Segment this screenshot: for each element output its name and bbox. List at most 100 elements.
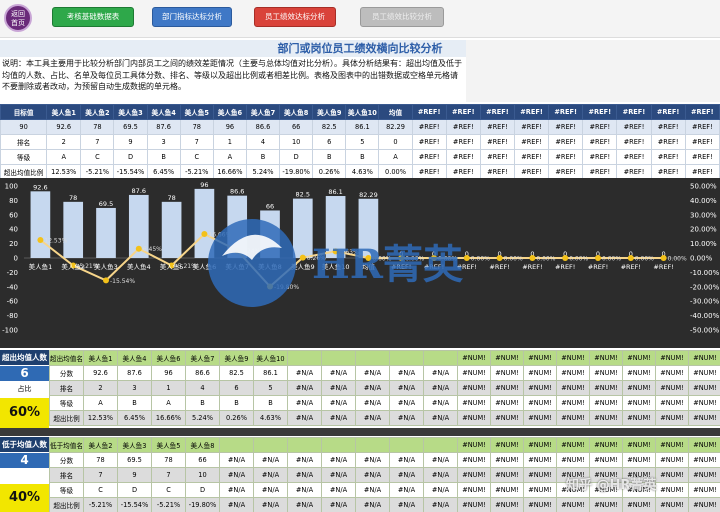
table-cell[interactable]: #N/A [423, 467, 458, 483]
table-cell[interactable]: #NUM! [622, 395, 656, 411]
table-cell[interactable]: 87.6 [146, 119, 181, 135]
table-cell[interactable]: #NUM! [589, 365, 623, 381]
table-cell[interactable]: #REF! [513, 134, 550, 150]
table-cell[interactable]: 美人鱼9 [312, 104, 347, 120]
table-cell[interactable]: #NUM! [523, 497, 557, 512]
table-cell[interactable]: #N/A [423, 410, 458, 426]
name-cell[interactable] [355, 437, 390, 453]
table-cell[interactable]: #REF! [479, 149, 516, 165]
table-cell[interactable]: 96 [151, 365, 186, 381]
table-cell[interactable]: 等级 [0, 149, 48, 165]
table-cell[interactable]: 7 [83, 467, 118, 483]
table-cell[interactable]: 美人鱼10 [345, 104, 380, 120]
table-cell[interactable]: #N/A [321, 395, 356, 411]
table-cell[interactable]: 美人鱼7 [245, 104, 281, 120]
table-cell[interactable]: #N/A [355, 365, 390, 381]
table-cell[interactable]: 12.53% [83, 410, 118, 426]
table-cell[interactable]: #N/A [355, 395, 390, 411]
name-cell[interactable] [321, 350, 356, 366]
table-cell[interactable]: -5.21% [151, 497, 186, 512]
table-cell[interactable]: #REF! [650, 149, 686, 165]
table-cell[interactable]: B [312, 149, 347, 165]
table-cell[interactable]: 87.6 [117, 365, 152, 381]
table-cell[interactable]: #NUM! [622, 410, 656, 426]
table-cell[interactable]: #REF! [548, 119, 584, 135]
name-cell[interactable] [287, 350, 322, 366]
table-cell[interactable]: #NUM! [589, 410, 623, 426]
table-cell[interactable]: #NUM! [688, 380, 720, 396]
table-cell[interactable]: #REF! [479, 104, 516, 120]
table-cell[interactable]: #NUM! [655, 380, 689, 396]
table-cell[interactable]: #N/A [355, 497, 390, 512]
name-cell[interactable]: 美人鱼1 [83, 350, 118, 366]
table-cell[interactable]: 10 [279, 134, 314, 150]
table-cell[interactable]: #REF! [684, 149, 720, 165]
table-cell[interactable]: A [83, 395, 118, 411]
name-cell[interactable] [219, 437, 254, 453]
table-cell[interactable]: 5.24% [185, 410, 220, 426]
table-cell[interactable]: -19.80% [185, 497, 220, 512]
table-cell[interactable]: 3 [146, 134, 181, 150]
table-cell[interactable]: #NUM! [490, 410, 524, 426]
name-cell[interactable]: #NUM! [589, 350, 623, 366]
table-cell[interactable]: #NUM! [556, 395, 590, 411]
table-cell[interactable]: #REF! [513, 104, 550, 120]
table-cell[interactable]: #N/A [253, 482, 288, 498]
table-cell[interactable]: #REF! [513, 119, 550, 135]
table-cell[interactable]: #NUM! [688, 410, 720, 426]
table-cell[interactable]: #REF! [616, 104, 652, 120]
table-cell[interactable]: #REF! [548, 134, 584, 150]
table-cell[interactable]: #NUM! [490, 365, 524, 381]
table-cell[interactable]: #N/A [355, 380, 390, 396]
table-cell[interactable]: #NUM! [490, 497, 524, 512]
table-cell[interactable]: #REF! [616, 149, 652, 165]
table-cell[interactable]: #NUM! [655, 452, 689, 468]
name-cell[interactable]: #NUM! [688, 437, 720, 453]
table-cell[interactable]: #NUM! [457, 497, 491, 512]
table-cell[interactable]: 美人鱼4 [146, 104, 181, 120]
name-cell[interactable]: #NUM! [457, 350, 491, 366]
table-cell[interactable]: #REF! [684, 134, 720, 150]
table-cell[interactable]: 7 [179, 134, 214, 150]
name-cell[interactable] [423, 437, 458, 453]
table-cell[interactable]: 86.1 [253, 365, 288, 381]
table-cell[interactable]: 78 [179, 119, 214, 135]
table-cell[interactable]: C [179, 149, 214, 165]
table-cell[interactable]: #N/A [219, 452, 254, 468]
table-cell[interactable]: C [151, 482, 186, 498]
name-cell[interactable]: 美人鱼4 [117, 350, 152, 366]
table-cell[interactable]: 92.6 [46, 119, 82, 135]
table-cell[interactable]: #REF! [479, 134, 516, 150]
table-cell[interactable]: #NUM! [523, 410, 557, 426]
table-cell[interactable]: A [378, 149, 413, 165]
table-cell[interactable]: #NUM! [490, 452, 524, 468]
name-cell[interactable]: #NUM! [589, 437, 623, 453]
name-cell[interactable]: 美人鱼8 [185, 437, 220, 453]
table-cell[interactable]: D [117, 482, 152, 498]
staff-rate-button[interactable]: 员工绩效达标分析 [254, 7, 336, 27]
name-cell[interactable]: #NUM! [622, 350, 656, 366]
table-cell[interactable]: #REF! [650, 134, 686, 150]
table-cell[interactable]: #NUM! [688, 365, 720, 381]
name-cell[interactable]: #NUM! [490, 437, 524, 453]
table-cell[interactable]: 均值 [378, 104, 413, 120]
table-cell[interactable]: 0.26% [219, 410, 254, 426]
table-cell[interactable]: #NUM! [655, 410, 689, 426]
table-cell[interactable]: #REF! [411, 149, 447, 165]
name-cell[interactable]: #NUM! [556, 350, 590, 366]
table-cell[interactable]: #NUM! [490, 482, 524, 498]
table-cell[interactable]: #N/A [287, 497, 322, 512]
kpi-table-button[interactable]: 考核基础数据表 [52, 7, 134, 27]
table-cell[interactable]: 90 [0, 119, 48, 135]
table-cell[interactable]: #N/A [423, 452, 458, 468]
table-cell[interactable]: #REF! [479, 119, 516, 135]
table-cell[interactable]: 4 [185, 380, 220, 396]
table-cell[interactable]: 82.29 [378, 119, 413, 135]
table-cell[interactable]: #NUM! [523, 395, 557, 411]
table-cell[interactable]: A [46, 149, 82, 165]
table-cell[interactable]: #N/A [423, 365, 458, 381]
name-cell[interactable] [253, 437, 288, 453]
table-cell[interactable]: #NUM! [688, 452, 720, 468]
table-cell[interactable]: #N/A [423, 497, 458, 512]
table-cell[interactable]: #REF! [684, 119, 720, 135]
